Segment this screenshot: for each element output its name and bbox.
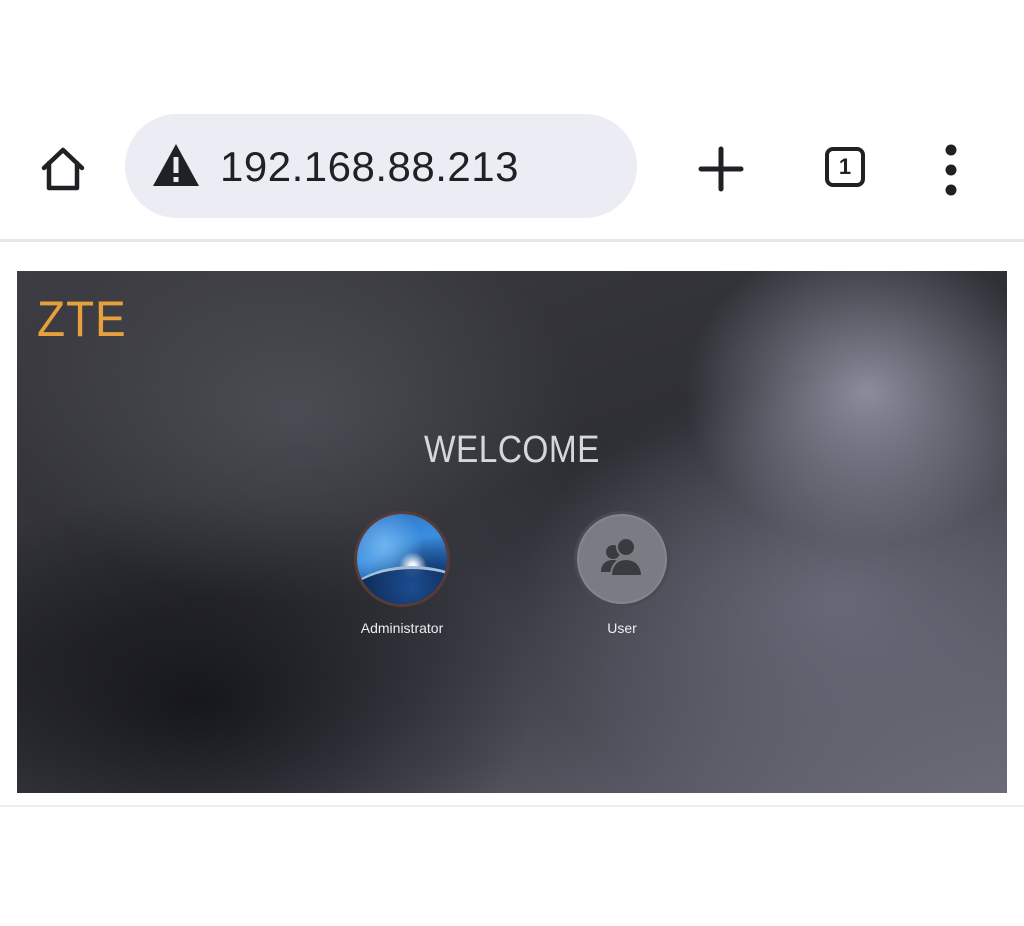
welcome-title: WELCOME bbox=[424, 429, 600, 471]
more-vertical-icon bbox=[945, 144, 957, 196]
plus-icon bbox=[698, 146, 744, 192]
zte-logo: ZTE bbox=[37, 291, 127, 347]
tab-count-badge: 1 bbox=[825, 147, 865, 187]
warning-triangle-icon[interactable] bbox=[151, 142, 201, 188]
content-divider bbox=[0, 805, 1024, 807]
url-text[interactable]: 192.168.88.213 bbox=[220, 142, 519, 192]
browser-toolbar: 192.168.88.213 1 bbox=[0, 112, 1024, 220]
admin-avatar-icon[interactable] bbox=[354, 511, 450, 607]
more-menu-button[interactable] bbox=[930, 140, 972, 200]
address-bar[interactable]: 192.168.88.213 bbox=[125, 114, 637, 218]
toolbar-divider bbox=[0, 239, 1024, 242]
users-icon bbox=[601, 537, 644, 577]
user-account[interactable]: User bbox=[552, 511, 692, 637]
home-icon bbox=[41, 147, 85, 191]
new-tab-button[interactable] bbox=[694, 142, 748, 196]
administrator-label[interactable]: Administrator bbox=[332, 619, 472, 637]
router-login-page: ZTE WELCOME Administrator User bbox=[17, 271, 1007, 793]
tab-switcher-button[interactable]: 1 bbox=[820, 142, 874, 196]
earth-graphic bbox=[357, 566, 447, 604]
user-label[interactable]: User bbox=[552, 619, 692, 637]
home-button[interactable] bbox=[36, 142, 90, 196]
administrator-account[interactable]: Administrator bbox=[332, 511, 472, 637]
user-avatar[interactable] bbox=[574, 511, 670, 607]
